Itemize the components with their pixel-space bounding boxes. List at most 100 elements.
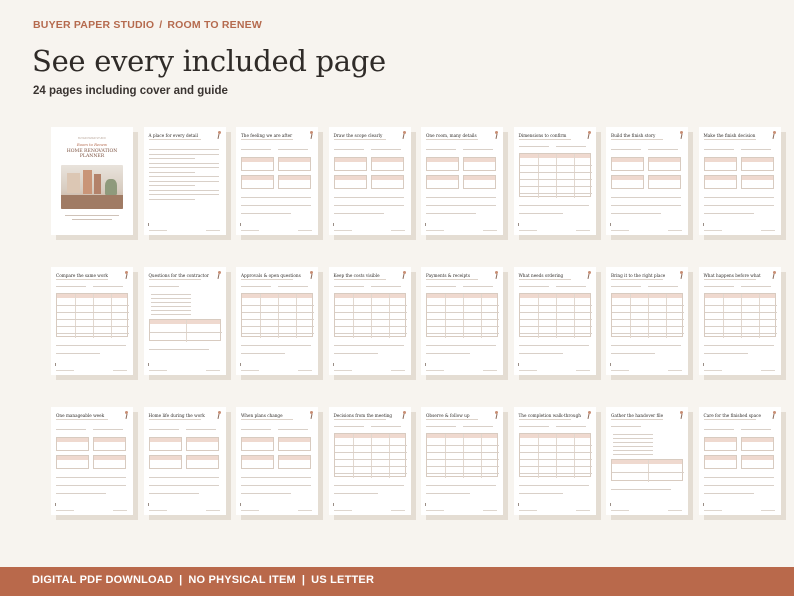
paintbrush-icon	[494, 411, 498, 420]
page-thumbnail: Questions for the contractor	[143, 267, 226, 375]
note-line	[426, 345, 496, 346]
field-line	[241, 149, 271, 150]
paintbrush-handle	[309, 273, 313, 280]
page-thumbnail: Build the finish story	[606, 127, 688, 235]
note-line	[426, 493, 470, 494]
table	[241, 293, 314, 338]
box	[463, 175, 496, 189]
footer-band: DIGITAL PDF DOWNLOAD | NO PHYSICAL ITEM | US…	[0, 567, 794, 596]
page-thumbnail-subtitle-line	[518, 279, 571, 280]
page-thumbnail: The completion walk-through	[513, 407, 596, 515]
table-header	[334, 294, 405, 298]
table-column	[278, 294, 279, 338]
table-row	[334, 445, 407, 446]
note-line	[333, 205, 404, 206]
box	[463, 157, 496, 171]
page-thumbnail-title: Care for the finished space	[703, 413, 761, 418]
footer-line	[518, 370, 537, 371]
box-header	[279, 438, 310, 442]
page-thumbnail-subtitle-line	[518, 419, 571, 420]
note-line	[703, 493, 754, 494]
table	[333, 433, 407, 478]
footer-line	[113, 370, 127, 371]
field-line	[278, 149, 308, 150]
table-row	[57, 312, 129, 313]
page-thumbnail-subtitle-line	[703, 279, 756, 280]
table-column	[648, 294, 649, 338]
footer-line	[575, 370, 590, 371]
field-line	[703, 286, 734, 287]
paintbrush-handle	[494, 273, 498, 280]
note-line	[426, 485, 496, 486]
paintbrush-icon	[494, 131, 498, 140]
box-header	[741, 438, 773, 442]
table-row	[519, 466, 592, 467]
paintbrush-icon	[772, 411, 776, 420]
footer-line	[611, 230, 629, 231]
footer-line	[518, 230, 537, 231]
footer-line	[205, 510, 220, 511]
note-line	[703, 353, 748, 354]
table-column	[445, 434, 446, 478]
box-header	[149, 438, 181, 442]
note-line	[518, 353, 563, 354]
footer-line	[760, 370, 775, 371]
field-line	[426, 149, 456, 150]
table-column	[758, 294, 759, 338]
page-number-mark	[240, 223, 242, 226]
page-thumbnail: What needs ordering	[513, 267, 596, 375]
note-line	[426, 353, 470, 354]
page-number-mark	[517, 223, 519, 226]
table-column	[111, 294, 112, 338]
page-thumbnail: A place for every detail	[143, 127, 226, 235]
table-row	[519, 179, 592, 180]
note-line	[703, 477, 774, 478]
box-header	[704, 176, 736, 180]
box-header	[704, 438, 736, 442]
field-line	[370, 426, 401, 427]
table-row	[704, 312, 777, 313]
table-row	[519, 459, 592, 460]
footer-line	[241, 370, 259, 371]
field-line	[611, 286, 641, 287]
page-thumbnail-title: One manageable week	[56, 413, 105, 418]
table	[611, 293, 684, 338]
note-line	[333, 485, 404, 486]
page-thumbnail-subtitle-line	[611, 139, 663, 140]
table-row	[427, 466, 499, 467]
table-header	[334, 434, 405, 438]
box	[185, 455, 219, 469]
field-line	[555, 286, 586, 287]
table-row	[242, 333, 314, 334]
note-line	[56, 485, 126, 486]
paintbrush-handle	[124, 413, 128, 420]
table-row	[427, 452, 499, 453]
page-number-mark	[332, 503, 334, 506]
table-header	[519, 154, 590, 158]
table-row	[519, 473, 592, 474]
footer-line	[611, 510, 629, 511]
box-header	[334, 158, 366, 162]
list-line	[613, 446, 653, 447]
table-row	[427, 319, 499, 320]
page-number-mark	[240, 363, 242, 366]
note-line	[518, 345, 589, 346]
field-line	[93, 429, 123, 430]
note-line	[148, 485, 219, 486]
paintbrush-handle	[124, 273, 128, 280]
page-thumbnail-title: Decisions from the meeting	[333, 413, 393, 418]
table-column	[537, 294, 538, 338]
box	[56, 455, 89, 469]
note-line	[611, 205, 681, 206]
paintbrush-handle	[494, 133, 498, 140]
footer-line	[390, 230, 405, 231]
paintbrush-icon	[217, 411, 221, 420]
table-row	[519, 326, 592, 327]
table-row	[242, 326, 314, 327]
paintbrush-handle	[309, 133, 313, 140]
text-line	[148, 153, 219, 154]
table-row	[334, 473, 407, 474]
paintbrush-icon	[402, 411, 406, 420]
table	[518, 433, 592, 478]
note-line	[703, 345, 774, 346]
